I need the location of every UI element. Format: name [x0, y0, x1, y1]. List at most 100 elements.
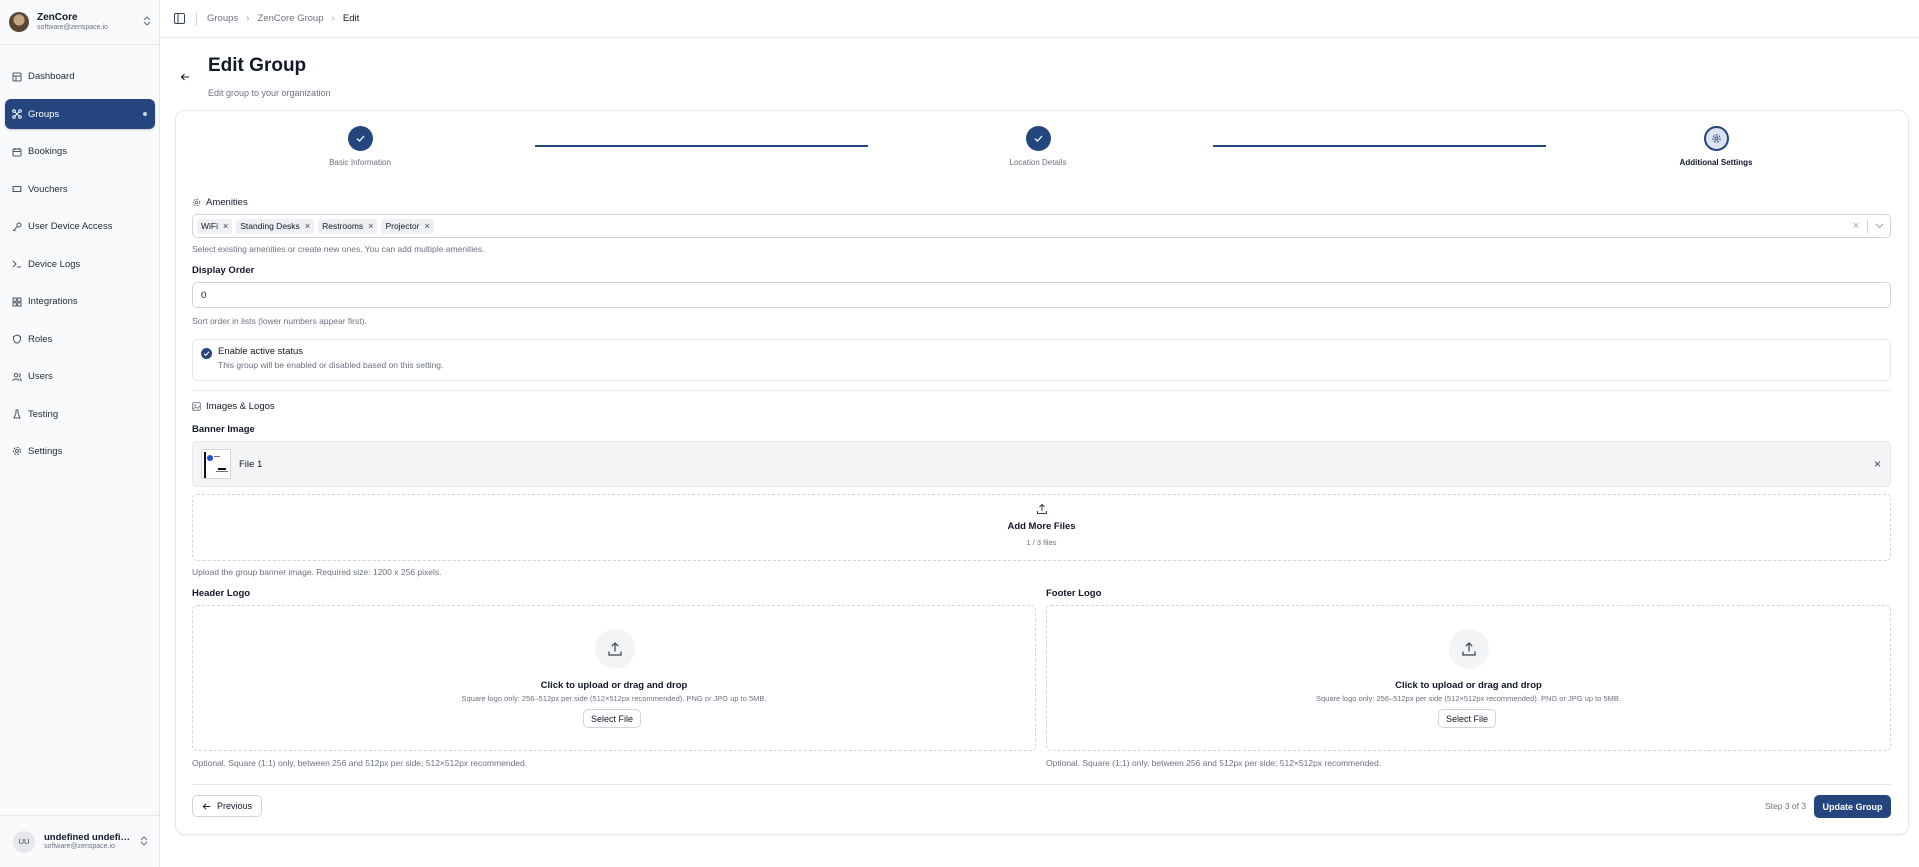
- upload-title: Click to upload or drag and drop: [1395, 680, 1542, 691]
- banner-image-label: Banner Image: [192, 424, 255, 435]
- active-status-label: Enable active status: [218, 346, 304, 357]
- step-connector: [1213, 145, 1546, 147]
- amenity-chip-label: WiFi: [201, 221, 218, 231]
- step-connector: [535, 145, 868, 147]
- gear-icon: [1712, 134, 1721, 143]
- dashboard-icon: [11, 71, 23, 83]
- step-indicator: Step 3 of 3: [1765, 801, 1807, 811]
- sidebar-item-label: Users: [28, 371, 53, 383]
- sidebar-item-integrations[interactable]: Integrations: [5, 287, 155, 316]
- amenity-chip: WiFi ×: [197, 218, 233, 234]
- terminal-icon: [11, 258, 23, 270]
- previous-button[interactable]: Previous: [192, 795, 262, 817]
- org-email: software@zenspace.io: [37, 23, 108, 31]
- remove-chip-icon[interactable]: ×: [424, 221, 429, 231]
- chevron-down-icon[interactable]: [1868, 223, 1890, 229]
- sidebar-item-device-logs[interactable]: Device Logs: [5, 249, 155, 278]
- user-email: software@zenspace.io: [44, 843, 115, 850]
- display-order-input[interactable]: 0: [192, 282, 1891, 308]
- step-location-details[interactable]: [1026, 126, 1051, 151]
- chevron-right-icon: ›: [331, 13, 335, 24]
- topbar-divider: [196, 11, 197, 26]
- clear-all-icon[interactable]: ×: [1853, 220, 1859, 232]
- sidebar-item-label: Device Logs: [28, 258, 81, 270]
- header-logo-dropzone[interactable]: Click to upload or drag and drop Square …: [192, 605, 1036, 751]
- gear-icon: [192, 198, 201, 207]
- amenity-chip-label: Restrooms: [322, 221, 364, 231]
- step-basic-information[interactable]: [348, 126, 373, 151]
- footer-logo-dropzone[interactable]: Click to upload or drag and drop Square …: [1046, 605, 1891, 751]
- sidebar-toggle-icon[interactable]: [172, 12, 186, 26]
- sidebar-item-groups[interactable]: Groups: [5, 99, 155, 129]
- step-label-basic-information: Basic Information: [329, 158, 391, 167]
- sidebar-item-label: Dashboard: [28, 71, 75, 83]
- sidebar-item-label: Testing: [28, 408, 59, 420]
- chevron-updown-icon: [142, 16, 152, 28]
- select-file-button[interactable]: Select File: [1438, 709, 1496, 728]
- images-title-text: Images & Logos: [206, 401, 275, 412]
- sidebar-item-bookings[interactable]: Bookings: [5, 137, 155, 166]
- step-additional-settings[interactable]: [1704, 126, 1729, 151]
- upload-icon: [193, 503, 1890, 515]
- user-menu[interactable]: UU undefined undefined software@zenspace…: [0, 815, 160, 867]
- update-group-button[interactable]: Update Group: [1814, 795, 1891, 818]
- integrations-icon: [11, 296, 23, 308]
- file-count: 1 / 3 files: [1026, 538, 1057, 547]
- sidebar-divider: [0, 44, 160, 45]
- page-title: Edit Group: [208, 55, 307, 76]
- amenities-title-text: Amenities: [206, 197, 248, 208]
- upload-icon: [595, 629, 635, 669]
- remove-chip-icon[interactable]: ×: [368, 221, 373, 231]
- remove-chip-icon[interactable]: ×: [223, 221, 228, 231]
- step-label-location-details: Location Details: [1009, 158, 1067, 167]
- check-icon: [356, 135, 365, 142]
- check-icon: [1034, 135, 1043, 142]
- calendar-icon: [11, 146, 23, 158]
- sidebar-item-label: Vouchers: [28, 183, 68, 195]
- remove-chip-icon[interactable]: ×: [305, 221, 310, 231]
- chevron-right-icon: ›: [246, 13, 250, 24]
- active-status-description: This group will be enabled or disabled b…: [218, 360, 444, 370]
- active-status-checkbox[interactable]: [201, 348, 212, 359]
- amenity-chip-label: Projector: [385, 221, 420, 231]
- sidebar-item-label: Bookings: [28, 146, 68, 158]
- active-status-row[interactable]: Enable active status This group will be …: [192, 339, 1891, 381]
- breadcrumb-edit: Edit: [342, 13, 360, 24]
- sidebar-item-settings[interactable]: Settings: [5, 437, 155, 466]
- back-arrow-icon[interactable]: [178, 70, 192, 84]
- sidebar-item-vouchers[interactable]: Vouchers: [5, 174, 155, 203]
- file-name: File 1: [239, 459, 263, 470]
- breadcrumb-zencore-group[interactable]: ZenCore Group: [258, 13, 324, 24]
- footer-logo-label: Footer Logo: [1046, 588, 1102, 599]
- upload-icon: [1449, 629, 1489, 669]
- upload-title: Click to upload or drag and drop: [540, 680, 688, 691]
- amenity-chip: Restrooms ×: [318, 218, 378, 234]
- sidebar-item-label: User Device Access: [28, 221, 113, 233]
- sidebar-item-users[interactable]: Users: [5, 362, 155, 391]
- header-logo-help: Optional. Square (1:1) only, between 256…: [192, 758, 528, 768]
- banner-add-more-dropzone[interactable]: Add More Files 1 / 3 files: [192, 494, 1891, 561]
- page-subtitle: Edit group to your organization: [208, 88, 331, 98]
- check-icon: [203, 351, 210, 357]
- sidebar-item-roles[interactable]: Roles: [5, 324, 155, 353]
- sidebar-item-user-device-access[interactable]: User Device Access: [5, 212, 155, 241]
- key-icon: [11, 221, 23, 233]
- select-file-button[interactable]: Select File: [583, 709, 641, 728]
- sidebar-item-testing[interactable]: Testing: [5, 399, 155, 428]
- amenities-select[interactable]: WiFi × Standing Desks × Restrooms × Project…: [192, 214, 1891, 238]
- amenity-chip: Standing Desks ×: [236, 218, 315, 234]
- sidebar-nav: Dashboard Groups Bookings Vouchers User …: [5, 62, 155, 474]
- shield-icon: [11, 333, 23, 345]
- groups-icon: [11, 108, 23, 120]
- remove-file-icon[interactable]: ×: [1874, 457, 1881, 471]
- upload-requirements: Square logo only: 256–512px per side (51…: [461, 694, 767, 703]
- display-order-label: Display Order: [192, 265, 255, 276]
- chevron-updown-icon: [140, 835, 148, 848]
- image-icon: [192, 402, 201, 411]
- amenity-chip: Projector ×: [381, 218, 434, 234]
- sidebar-item-dashboard[interactable]: Dashboard: [5, 62, 155, 91]
- breadcrumb-groups[interactable]: Groups: [207, 13, 238, 24]
- org-switcher[interactable]: ZenCore software@zenspace.io: [9, 10, 152, 34]
- footer-logo-help: Optional. Square (1:1) only, between 256…: [1046, 758, 1382, 768]
- upload-requirements: Square logo only: 256–512px per side (51…: [1316, 694, 1621, 703]
